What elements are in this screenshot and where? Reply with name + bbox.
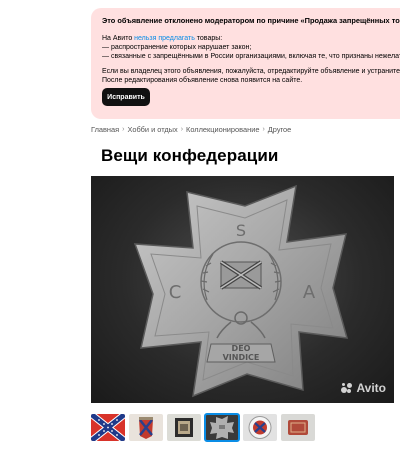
badge-motto-line-1: DEO [232,344,251,353]
breadcrumb-separator: › [262,126,265,133]
moderation-notice: Это объявление отклонено модератором по … [91,8,400,119]
breadcrumb-separator: › [180,126,184,133]
notice-bullet-organizations: — связанные с запрещёнными в России орга… [102,53,400,60]
avito-logo-icon [341,382,353,394]
notice-title: Это объявление отклонено модератором по … [102,16,400,25]
notice-intro: На Авито нельзя предлагать товары: [102,34,400,43]
avito-watermark: Avito [341,381,386,395]
cross-badge-thumbnail[interactable] [204,413,240,442]
breadcrumb-item-collecting[interactable]: Коллекционирование [186,125,259,134]
listing-title: Вещи конфедерации [101,146,279,165]
avito-watermark-text: Avito [356,381,386,395]
confederate-flag-thumbnail[interactable] [91,414,125,441]
breadcrumb-item-other[interactable]: Другое [268,125,291,134]
badge-letter-top: S [236,221,246,240]
breadcrumb-item-home[interactable]: Главная [91,125,119,134]
notice-intro-prefix: На Авито [102,35,135,42]
notice-bullet-law: — распространение которых нарушает закон… [102,44,252,51]
cross-badge-image: S C A DEO VINDICE [133,184,349,398]
flag-pin-thumbnail[interactable] [129,414,163,441]
buckle-thumbnail[interactable] [281,414,315,441]
thumbnail-strip [91,413,315,442]
breadcrumb-separator: › [122,126,125,133]
fix-button[interactable]: Исправить [102,88,150,106]
badge-letter-right: A [303,282,316,303]
badge-letter-left: C [169,282,182,303]
forbidden-items-link[interactable]: нельзя предлагать [134,35,195,42]
notice-after-edit: После редактирования объявление снова по… [102,77,303,84]
badge-motto-line-2: VINDICE [223,353,260,362]
breadcrumb-item-hobby[interactable]: Хобби и отдых [127,125,177,134]
round-badge-thumbnail[interactable] [243,414,277,441]
main-photo[interactable]: S C A DEO VINDICE Avito [91,176,394,403]
notice-owner-text: Если вы владелец этого объявления, пожал… [102,68,400,75]
breadcrumb: Главная › Хобби и отдых › Коллекциониров… [91,125,291,134]
framed-item-thumbnail[interactable] [167,414,201,441]
notice-intro-suffix: товары: [194,35,223,42]
